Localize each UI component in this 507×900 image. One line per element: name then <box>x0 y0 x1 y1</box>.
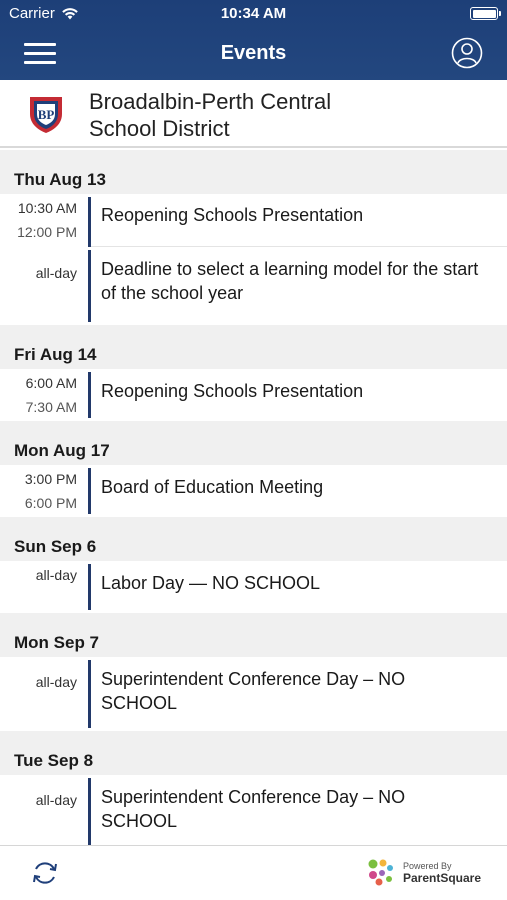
day-header: Mon Sep 7 <box>0 613 507 657</box>
event-start-time: 3:00 PM <box>24 471 77 487</box>
day-header: Mon Aug 17 <box>0 421 507 465</box>
event-times: all-day <box>0 561 88 613</box>
nav-bar: Events <box>0 28 507 80</box>
district-logo-text: BP <box>38 107 55 122</box>
powered-by-text: Powered By ParentSquare <box>403 860 481 884</box>
district-name: Broadalbin-Perth Central School District <box>89 88 489 142</box>
event-allday: all-day <box>35 674 77 690</box>
event-times: all-day <box>0 657 88 731</box>
event-row[interactable]: 10:30 AM 12:00 PM Reopening Schools Pres… <box>0 194 507 247</box>
event-start-time: 10:30 AM <box>17 200 77 216</box>
event-times: 3:00 PM 6:00 PM <box>0 465 88 517</box>
event-end-time: 7:30 AM <box>25 399 77 415</box>
parentsquare-logo-icon <box>368 859 393 886</box>
battery-icon <box>470 7 501 20</box>
event-row[interactable]: all-day Labor Day — NO SCHOOL <box>0 561 507 613</box>
event-row[interactable]: all-day Superintendent Conference Day – … <box>0 657 507 731</box>
event-times: 6:00 AM 7:30 AM <box>0 369 88 421</box>
event-start-time: 6:00 AM <box>25 375 77 391</box>
event-allday: all-day <box>35 265 77 281</box>
user-circle-icon[interactable] <box>451 37 483 69</box>
status-bar: Carrier 10:34 AM <box>0 0 507 28</box>
day-header: Sun Sep 6 <box>0 517 507 561</box>
event-title: Reopening Schools Presentation <box>101 381 364 401</box>
event-row[interactable]: 6:00 AM 7:30 AM Reopening Schools Presen… <box>0 369 507 421</box>
event-row[interactable]: all-day Deadline to select a learning mo… <box>0 247 507 325</box>
event-row[interactable]: all-day Superintendent Conference Day – … <box>0 775 507 845</box>
event-title: Superintendent Conference Day – NO SCHOO… <box>101 787 406 831</box>
day-header: Tue Sep 8 <box>0 731 507 775</box>
district-header: BP Broadalbin-Perth Central School Distr… <box>0 80 507 148</box>
event-end-time: 6:00 PM <box>24 495 77 511</box>
event-end-time: 12:00 PM <box>17 224 77 240</box>
event-title: Board of Education Meeting <box>101 477 324 497</box>
district-logo: BP <box>30 97 62 133</box>
page-title: Events <box>220 42 287 64</box>
event-row[interactable]: 3:00 PM 6:00 PM Board of Education Meeti… <box>0 465 507 517</box>
event-title: Superintendent Conference Day – NO SCHOO… <box>101 669 406 713</box>
event-times: all-day <box>0 775 88 845</box>
event-times: 10:30 AM 12:00 PM <box>0 194 88 247</box>
bottom-bar: Powered By ParentSquare <box>0 845 507 900</box>
event-title: Reopening Schools Presentation <box>101 205 364 225</box>
top-bar: Carrier 10:34 AM Events <box>0 0 507 80</box>
status-time: 10:34 AM <box>220 5 287 22</box>
district-name-line2: School District <box>89 116 230 141</box>
event-title: Deadline to select a learning model for … <box>101 259 479 303</box>
event-allday: all-day <box>35 792 77 808</box>
event-title: Labor Day — NO SCHOOL <box>101 573 321 593</box>
refresh-icon[interactable] <box>30 858 60 888</box>
powered-by: Powered By ParentSquare <box>367 858 481 886</box>
event-allday: all-day <box>35 567 77 583</box>
day-header: Thu Aug 13 <box>0 150 507 194</box>
powered-by-brand: ParentSquare <box>402 871 481 885</box>
day-header: Fri Aug 14 <box>0 325 507 369</box>
events-list[interactable]: Thu Aug 13 10:30 AM 12:00 PM Reopening S… <box>0 150 507 845</box>
event-times: all-day <box>0 247 88 325</box>
district-name-line1: Broadalbin-Perth Central <box>89 89 332 114</box>
